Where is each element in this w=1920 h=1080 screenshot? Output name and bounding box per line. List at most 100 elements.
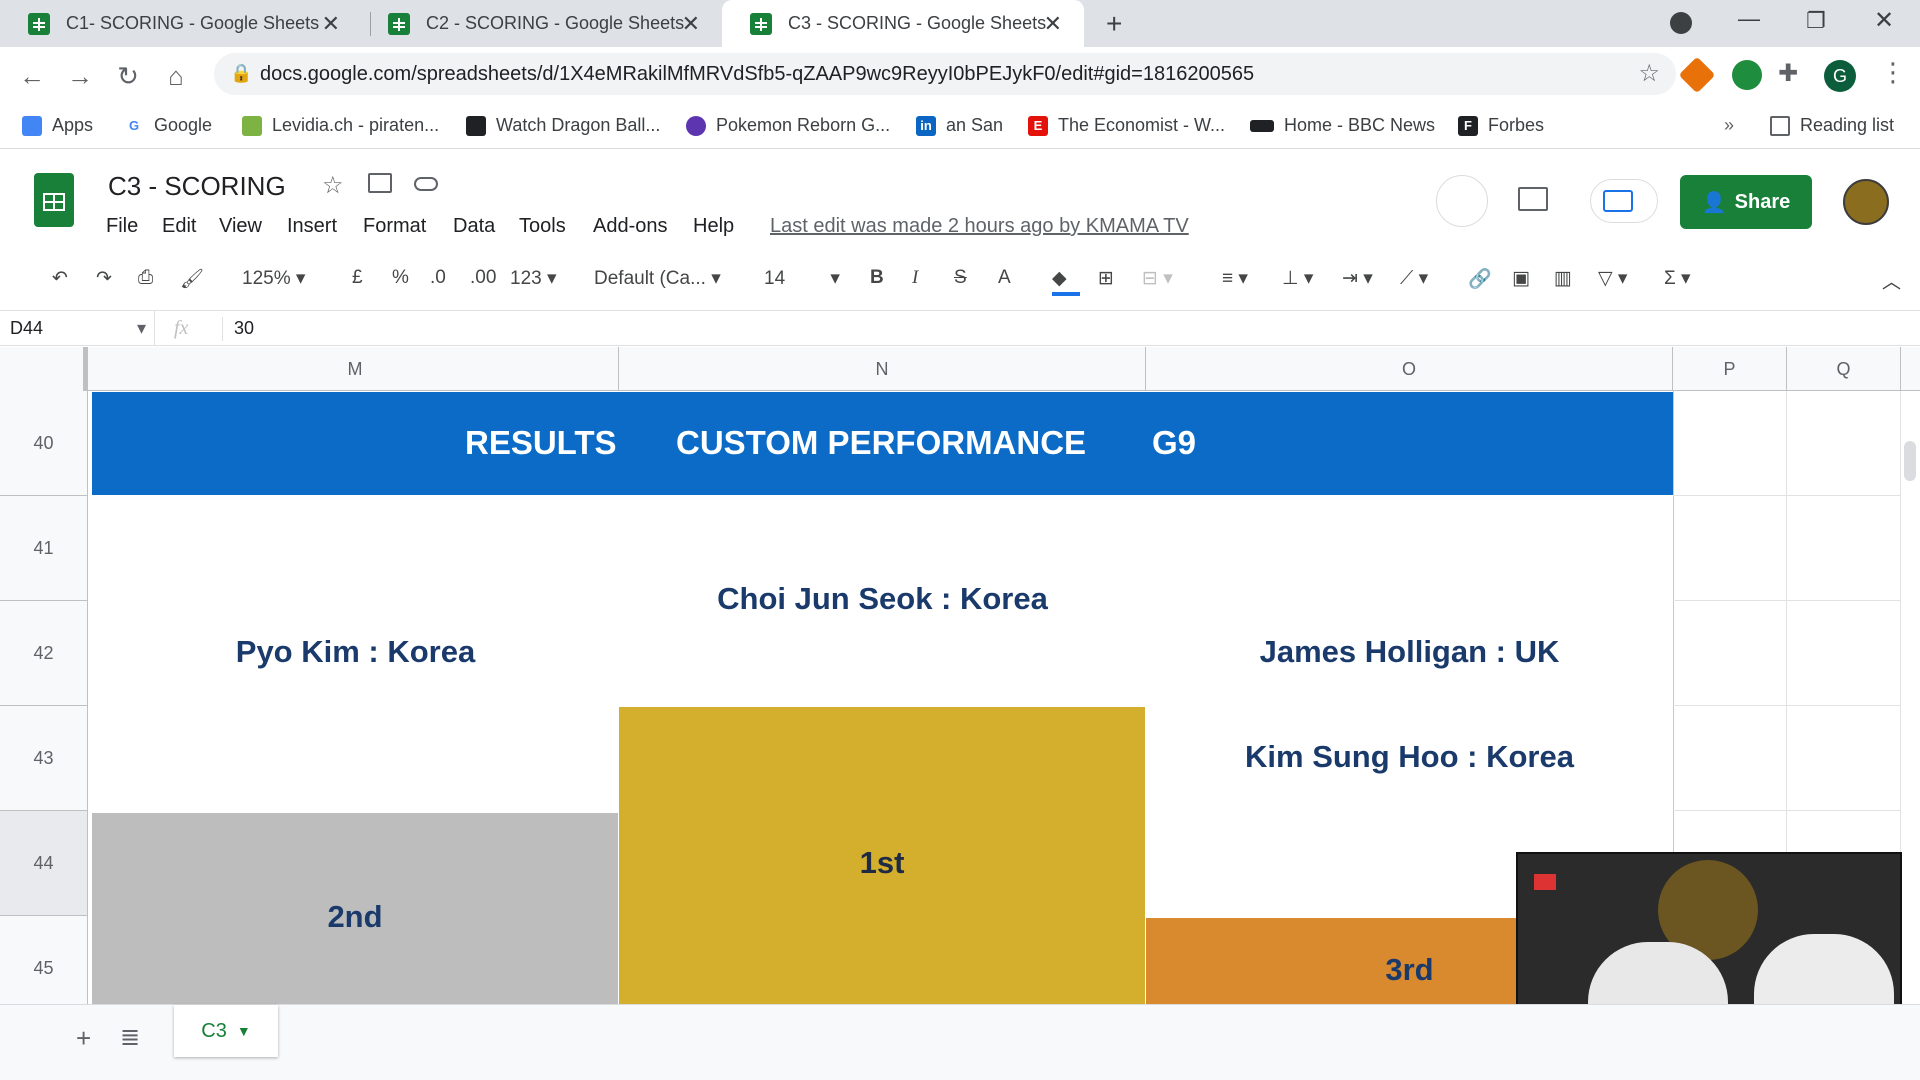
paint-format-icon[interactable]: 🖌 bbox=[180, 267, 204, 291]
row-header-45[interactable]: 45 bbox=[0, 916, 88, 1004]
text-wrapping-icon[interactable]: ⇥ ▾ bbox=[1342, 267, 1373, 290]
vertical-align-icon[interactable]: ⊥ ▾ bbox=[1282, 267, 1313, 290]
meet-present-icon[interactable] bbox=[1436, 175, 1488, 227]
row-header-44[interactable]: 44 bbox=[0, 811, 88, 916]
bookmark-bbc[interactable]: Home - BBC News bbox=[1250, 115, 1435, 136]
forward-icon[interactable]: → bbox=[64, 60, 96, 92]
menu-edit[interactable]: Edit bbox=[162, 215, 196, 238]
column-header-n[interactable]: N bbox=[619, 347, 1146, 391]
text-rotation-icon[interactable]: ⟋ ▾ bbox=[1400, 267, 1428, 290]
account-avatar[interactable] bbox=[1843, 179, 1889, 225]
menu-data[interactable]: Data bbox=[453, 215, 495, 238]
fill-color-icon[interactable]: ◆ bbox=[1052, 267, 1080, 296]
bookmark-google[interactable]: G Google bbox=[124, 115, 212, 136]
home-icon[interactable]: ⌂ bbox=[160, 60, 192, 92]
back-icon[interactable]: ← bbox=[16, 60, 48, 92]
vertical-scrollbar[interactable] bbox=[1904, 441, 1916, 481]
column-header-o[interactable]: O bbox=[1146, 347, 1673, 391]
print-icon[interactable]: ⎙ bbox=[138, 267, 153, 289]
column-header-p[interactable]: P bbox=[1673, 347, 1787, 391]
comments-icon[interactable] bbox=[1518, 187, 1548, 211]
select-all-corner[interactable] bbox=[0, 347, 88, 391]
more-formats-select[interactable]: 123 ▾ bbox=[510, 267, 557, 290]
cloud-status-icon[interactable] bbox=[414, 177, 438, 191]
insert-chart-icon[interactable]: ▥ bbox=[1554, 267, 1572, 290]
menu-view[interactable]: View bbox=[219, 215, 262, 238]
browser-menu-icon[interactable]: ⋮ bbox=[1880, 57, 1906, 88]
name-box[interactable]: D44 ▾ bbox=[10, 318, 146, 339]
bold-button[interactable]: B bbox=[870, 267, 884, 289]
all-sheets-icon[interactable]: ≣ bbox=[120, 1023, 140, 1052]
strikethrough-button[interactable]: S bbox=[954, 267, 967, 289]
filter-icon[interactable]: ▽ ▾ bbox=[1598, 267, 1627, 290]
share-button[interactable]: 👤 Share bbox=[1680, 175, 1812, 229]
menu-addons[interactable]: Add-ons bbox=[593, 215, 668, 238]
sheet-tab-c3[interactable]: C3 ▼ bbox=[174, 1005, 278, 1057]
bookmark-apps[interactable]: Apps bbox=[22, 115, 93, 136]
browser-tab-active[interactable]: C3 - SCORING - Google Sheets ✕ bbox=[722, 0, 1084, 47]
new-tab-icon[interactable]: + bbox=[1106, 8, 1122, 40]
sheet-tab-menu-icon[interactable]: ▼ bbox=[237, 1023, 251, 1039]
add-sheet-icon[interactable]: + bbox=[76, 1023, 91, 1054]
merge-cells-icon[interactable]: ⊟ ▾ bbox=[1142, 267, 1173, 290]
restore-icon[interactable]: ❐ bbox=[1806, 8, 1826, 34]
minimize-icon[interactable]: — bbox=[1738, 6, 1760, 32]
bookmark-economist[interactable]: E The Economist - W... bbox=[1028, 115, 1225, 136]
grammarly-icon[interactable] bbox=[1732, 60, 1762, 90]
close-tab-icon[interactable]: ✕ bbox=[322, 11, 340, 37]
zoom-select[interactable]: 125% ▾ bbox=[242, 267, 305, 290]
last-edit-link[interactable]: Last edit was made 2 hours ago by KMAMA … bbox=[770, 215, 1189, 238]
italic-button[interactable]: I bbox=[912, 267, 918, 289]
profile-avatar[interactable]: G bbox=[1824, 60, 1856, 92]
borders-icon[interactable]: ⊞ bbox=[1098, 267, 1114, 290]
menu-format[interactable]: Format bbox=[363, 215, 426, 238]
increase-decimal-button[interactable]: .00 bbox=[470, 267, 496, 289]
extension-icon[interactable] bbox=[1678, 56, 1716, 94]
horizontal-align-icon[interactable]: ≡ ▾ bbox=[1222, 267, 1248, 290]
bookmark-dragon-ball[interactable]: Watch Dragon Ball... bbox=[466, 115, 660, 136]
decrease-decimal-button[interactable]: .0 bbox=[430, 267, 446, 289]
browser-tab[interactable]: C1- SCORING - Google Sheets ✕ bbox=[0, 0, 362, 47]
text-color-button[interactable]: A bbox=[998, 267, 1011, 289]
move-folder-icon[interactable] bbox=[368, 173, 392, 193]
redo-icon[interactable]: ↷ bbox=[96, 267, 112, 290]
bookmark-levidia[interactable]: Levidia.ch - piraten... bbox=[242, 115, 439, 136]
menu-help[interactable]: Help bbox=[693, 215, 734, 238]
reload-icon[interactable]: ↻ bbox=[112, 60, 144, 92]
undo-icon[interactable]: ↶ bbox=[52, 267, 68, 290]
close-tab-icon[interactable]: ✕ bbox=[1044, 11, 1062, 37]
row-header-41[interactable]: 41 bbox=[0, 496, 88, 601]
bookmark-star-icon[interactable]: ☆ bbox=[1638, 59, 1660, 88]
formula-input[interactable]: 30 bbox=[234, 318, 254, 339]
menu-file[interactable]: File bbox=[106, 215, 138, 238]
menu-insert[interactable]: Insert bbox=[287, 215, 337, 238]
document-title[interactable]: C3 - SCORING bbox=[108, 171, 286, 202]
column-header-q[interactable]: Q bbox=[1787, 347, 1901, 391]
functions-icon[interactable]: Σ ▾ bbox=[1664, 267, 1691, 290]
reading-list[interactable]: Reading list bbox=[1770, 115, 1894, 136]
currency-format-button[interactable]: £ bbox=[352, 267, 363, 289]
close-window-icon[interactable]: ✕ bbox=[1874, 6, 1894, 35]
row-header-43[interactable]: 43 bbox=[0, 706, 88, 811]
bookmark-pokemon[interactable]: Pokemon Reborn G... bbox=[686, 115, 890, 136]
insert-comment-icon[interactable]: ▣ bbox=[1512, 267, 1530, 290]
close-tab-icon[interactable]: ✕ bbox=[682, 11, 700, 37]
puzzle-extensions-icon[interactable]: ✚ bbox=[1778, 59, 1798, 88]
present-to-meeting-button[interactable] bbox=[1590, 179, 1658, 223]
star-icon[interactable]: ☆ bbox=[322, 171, 344, 200]
font-size-select[interactable]: 14 ▾ bbox=[764, 267, 840, 290]
browser-tab[interactable]: C2 - SCORING - Google Sheets ✕ bbox=[360, 0, 722, 47]
bookmark-forbes[interactable]: F Forbes bbox=[1458, 115, 1544, 136]
percent-format-button[interactable]: % bbox=[392, 267, 409, 289]
column-header-m[interactable]: M bbox=[92, 347, 619, 391]
bookmark-linkedin[interactable]: in an San bbox=[916, 115, 1003, 136]
tab-search-icon[interactable] bbox=[1670, 12, 1692, 34]
row-header-42[interactable]: 42 bbox=[0, 601, 88, 706]
row-header-40[interactable]: 40 bbox=[0, 391, 88, 496]
font-family-select[interactable]: Default (Ca... ▾ bbox=[594, 267, 721, 290]
more-bookmarks-icon[interactable]: » bbox=[1724, 115, 1734, 136]
menu-tools[interactable]: Tools bbox=[519, 215, 566, 238]
google-sheets-logo-icon[interactable] bbox=[34, 173, 74, 227]
address-bar[interactable]: 🔒 docs.google.com/spreadsheets/d/1X4eMRa… bbox=[214, 53, 1676, 95]
collapse-menus-icon[interactable]: ︿ bbox=[1882, 267, 1901, 294]
